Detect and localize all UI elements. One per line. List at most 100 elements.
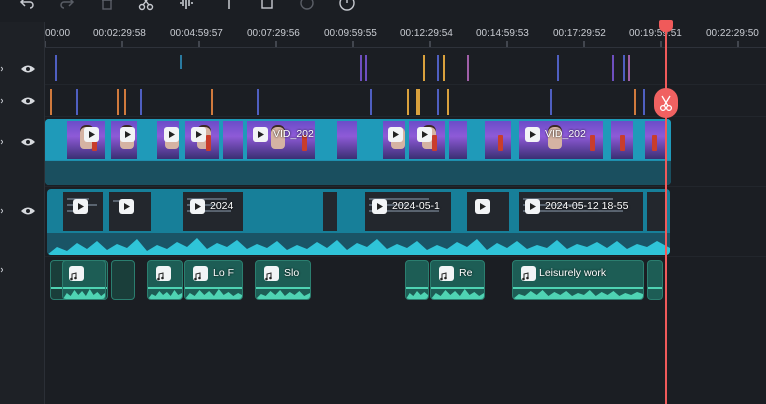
timeline-marker[interactable] [180, 55, 182, 69]
timeline-marker[interactable] [140, 89, 142, 115]
timeline-marker[interactable] [612, 55, 614, 81]
split-at-playhead-button[interactable] [654, 88, 678, 118]
audio-track[interactable]: Lo F Slo Re Leisurely work [45, 257, 766, 303]
redo-icon[interactable] [56, 0, 78, 14]
speaker-icon [0, 139, 3, 145]
music-icon[interactable] [521, 266, 536, 281]
speaker-icon [0, 98, 3, 104]
audio-clip-label: Re [459, 267, 473, 279]
timeline-marker[interactable] [211, 89, 213, 115]
timeline-marker[interactable] [117, 89, 119, 115]
screen-thumbnail [323, 192, 337, 231]
timeline-marker[interactable] [443, 55, 445, 81]
play-icon[interactable] [73, 199, 88, 214]
play-icon[interactable] [525, 199, 540, 214]
audio-clip[interactable]: Re [430, 260, 485, 300]
play-icon[interactable] [119, 199, 134, 214]
timeline-marker[interactable] [76, 89, 78, 115]
ruler-label: 00:22:29:50 [706, 28, 759, 39]
play-icon[interactable] [417, 127, 432, 142]
timeline-marker[interactable] [634, 89, 636, 115]
music-icon[interactable] [156, 266, 171, 281]
timeline-marker[interactable] [437, 89, 439, 115]
timeline-marker[interactable] [360, 55, 362, 81]
music-icon[interactable] [193, 266, 208, 281]
timeline-marker[interactable] [623, 55, 625, 81]
timeline-marker[interactable] [628, 55, 630, 81]
music-icon[interactable] [69, 266, 84, 281]
play-icon[interactable] [388, 127, 403, 142]
play-icon[interactable] [525, 127, 540, 142]
eye-icon[interactable] [20, 64, 36, 74]
audio-clip[interactable]: Slo [255, 260, 311, 300]
playhead[interactable] [665, 30, 667, 404]
playhead-handle[interactable] [659, 20, 673, 32]
timeline-marker[interactable] [50, 89, 52, 115]
audio-clip[interactable] [111, 260, 135, 300]
screen-clip-label: 2024 [210, 200, 234, 212]
timeline-marker[interactable] [55, 55, 57, 81]
play-icon[interactable] [190, 199, 205, 214]
timeline-marker[interactable] [416, 89, 420, 115]
timeline-marker[interactable] [257, 89, 259, 115]
screen-clip-label: 2024-05-1 [392, 200, 440, 212]
video-clip-label: VID_202 [273, 128, 314, 140]
screen-clip-group[interactable]: 2024 2024-05-1 2024-05-12 18-55 [47, 189, 670, 255]
video-track-main[interactable]: VID_202 VID_202 [45, 117, 766, 187]
scissors-icon[interactable] [135, 0, 157, 14]
audio-clip[interactable]: Leisurely work [512, 260, 644, 300]
play-icon[interactable] [475, 199, 490, 214]
video-thumbnail [449, 121, 467, 159]
text-icon[interactable] [218, 0, 240, 14]
video-thumbnail [337, 121, 357, 159]
timeline-marker[interactable] [407, 89, 409, 115]
eye-icon[interactable] [20, 137, 36, 147]
ruler-label: 00:17:29:52 [553, 28, 606, 39]
marker-track-1[interactable] [45, 49, 766, 85]
timeline-marker[interactable] [557, 55, 559, 81]
crop-icon[interactable] [256, 0, 278, 14]
audio-clip[interactable] [147, 260, 183, 300]
audio-clip[interactable] [62, 260, 106, 300]
video-thumbnail [485, 121, 511, 159]
timeline-marker[interactable] [370, 89, 372, 115]
play-icon[interactable] [191, 127, 206, 142]
play-icon[interactable] [164, 127, 179, 142]
timeline-marker[interactable] [365, 55, 367, 81]
play-icon[interactable] [120, 127, 135, 142]
screen-thumbnail [647, 192, 665, 231]
audio-clip[interactable] [647, 260, 663, 300]
audio-clip[interactable]: Lo F [184, 260, 243, 300]
screen-track[interactable]: 2024 2024-05-1 2024-05-12 18-55 [45, 187, 766, 257]
undo-icon[interactable] [16, 0, 38, 14]
music-icon[interactable] [439, 266, 454, 281]
timeline-marker[interactable] [467, 55, 469, 81]
video-thumbnail [611, 121, 633, 159]
video-clip-group[interactable]: VID_202 VID_202 [45, 119, 671, 185]
play-icon[interactable] [253, 127, 268, 142]
audio-clip[interactable] [405, 260, 429, 300]
scissors-icon [659, 95, 673, 112]
speaker-icon [0, 267, 3, 273]
timeline-marker[interactable] [550, 89, 552, 115]
delete-icon[interactable] [96, 0, 118, 14]
color-icon[interactable] [296, 0, 318, 14]
timeline-marker[interactable] [447, 89, 449, 115]
video-thumbnail [223, 121, 243, 159]
timeline-editor: 00:00 00:02:29:58 00:04:59:57 00:07:29:5… [0, 0, 766, 404]
time-ruler[interactable]: 00:00 00:02:29:58 00:04:59:57 00:07:29:5… [45, 22, 766, 48]
timeline-marker[interactable] [423, 55, 425, 81]
eye-icon[interactable] [20, 96, 36, 106]
play-icon[interactable] [84, 127, 99, 142]
music-icon[interactable] [264, 266, 279, 281]
speed-icon[interactable] [336, 0, 358, 14]
eye-icon[interactable] [20, 206, 36, 216]
play-icon[interactable] [372, 199, 387, 214]
video-clip-label: VID_202 [545, 128, 586, 140]
timeline-marker[interactable] [124, 89, 126, 115]
track-header-column [0, 22, 45, 404]
audio-split-icon[interactable] [176, 0, 198, 14]
screen-clip-label: 2024-05-12 18-55 [545, 200, 629, 212]
timeline-marker[interactable] [437, 55, 439, 81]
timeline-marker[interactable] [643, 89, 645, 115]
